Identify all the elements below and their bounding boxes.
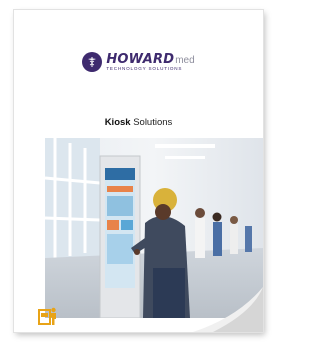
title-rest: Solutions bbox=[130, 117, 173, 128]
kiosk-user-icon bbox=[38, 306, 58, 326]
logo-tagline: TECHNOLOGY SOLUTIONS bbox=[106, 65, 183, 71]
caduceus-icon bbox=[82, 52, 103, 72]
logo-sub: med bbox=[175, 54, 195, 66]
title-bold: Kiosk bbox=[104, 117, 131, 128]
logo-brand: HOWARD bbox=[106, 51, 175, 67]
logo: HOWARD med TECHNOLOGY SOLUTIONS bbox=[14, 52, 263, 72]
page-title: Kiosk Solutions bbox=[14, 117, 263, 128]
page-curl bbox=[193, 287, 263, 332]
brochure-cover: HOWARD med TECHNOLOGY SOLUTIONS Kiosk So… bbox=[14, 10, 263, 332]
